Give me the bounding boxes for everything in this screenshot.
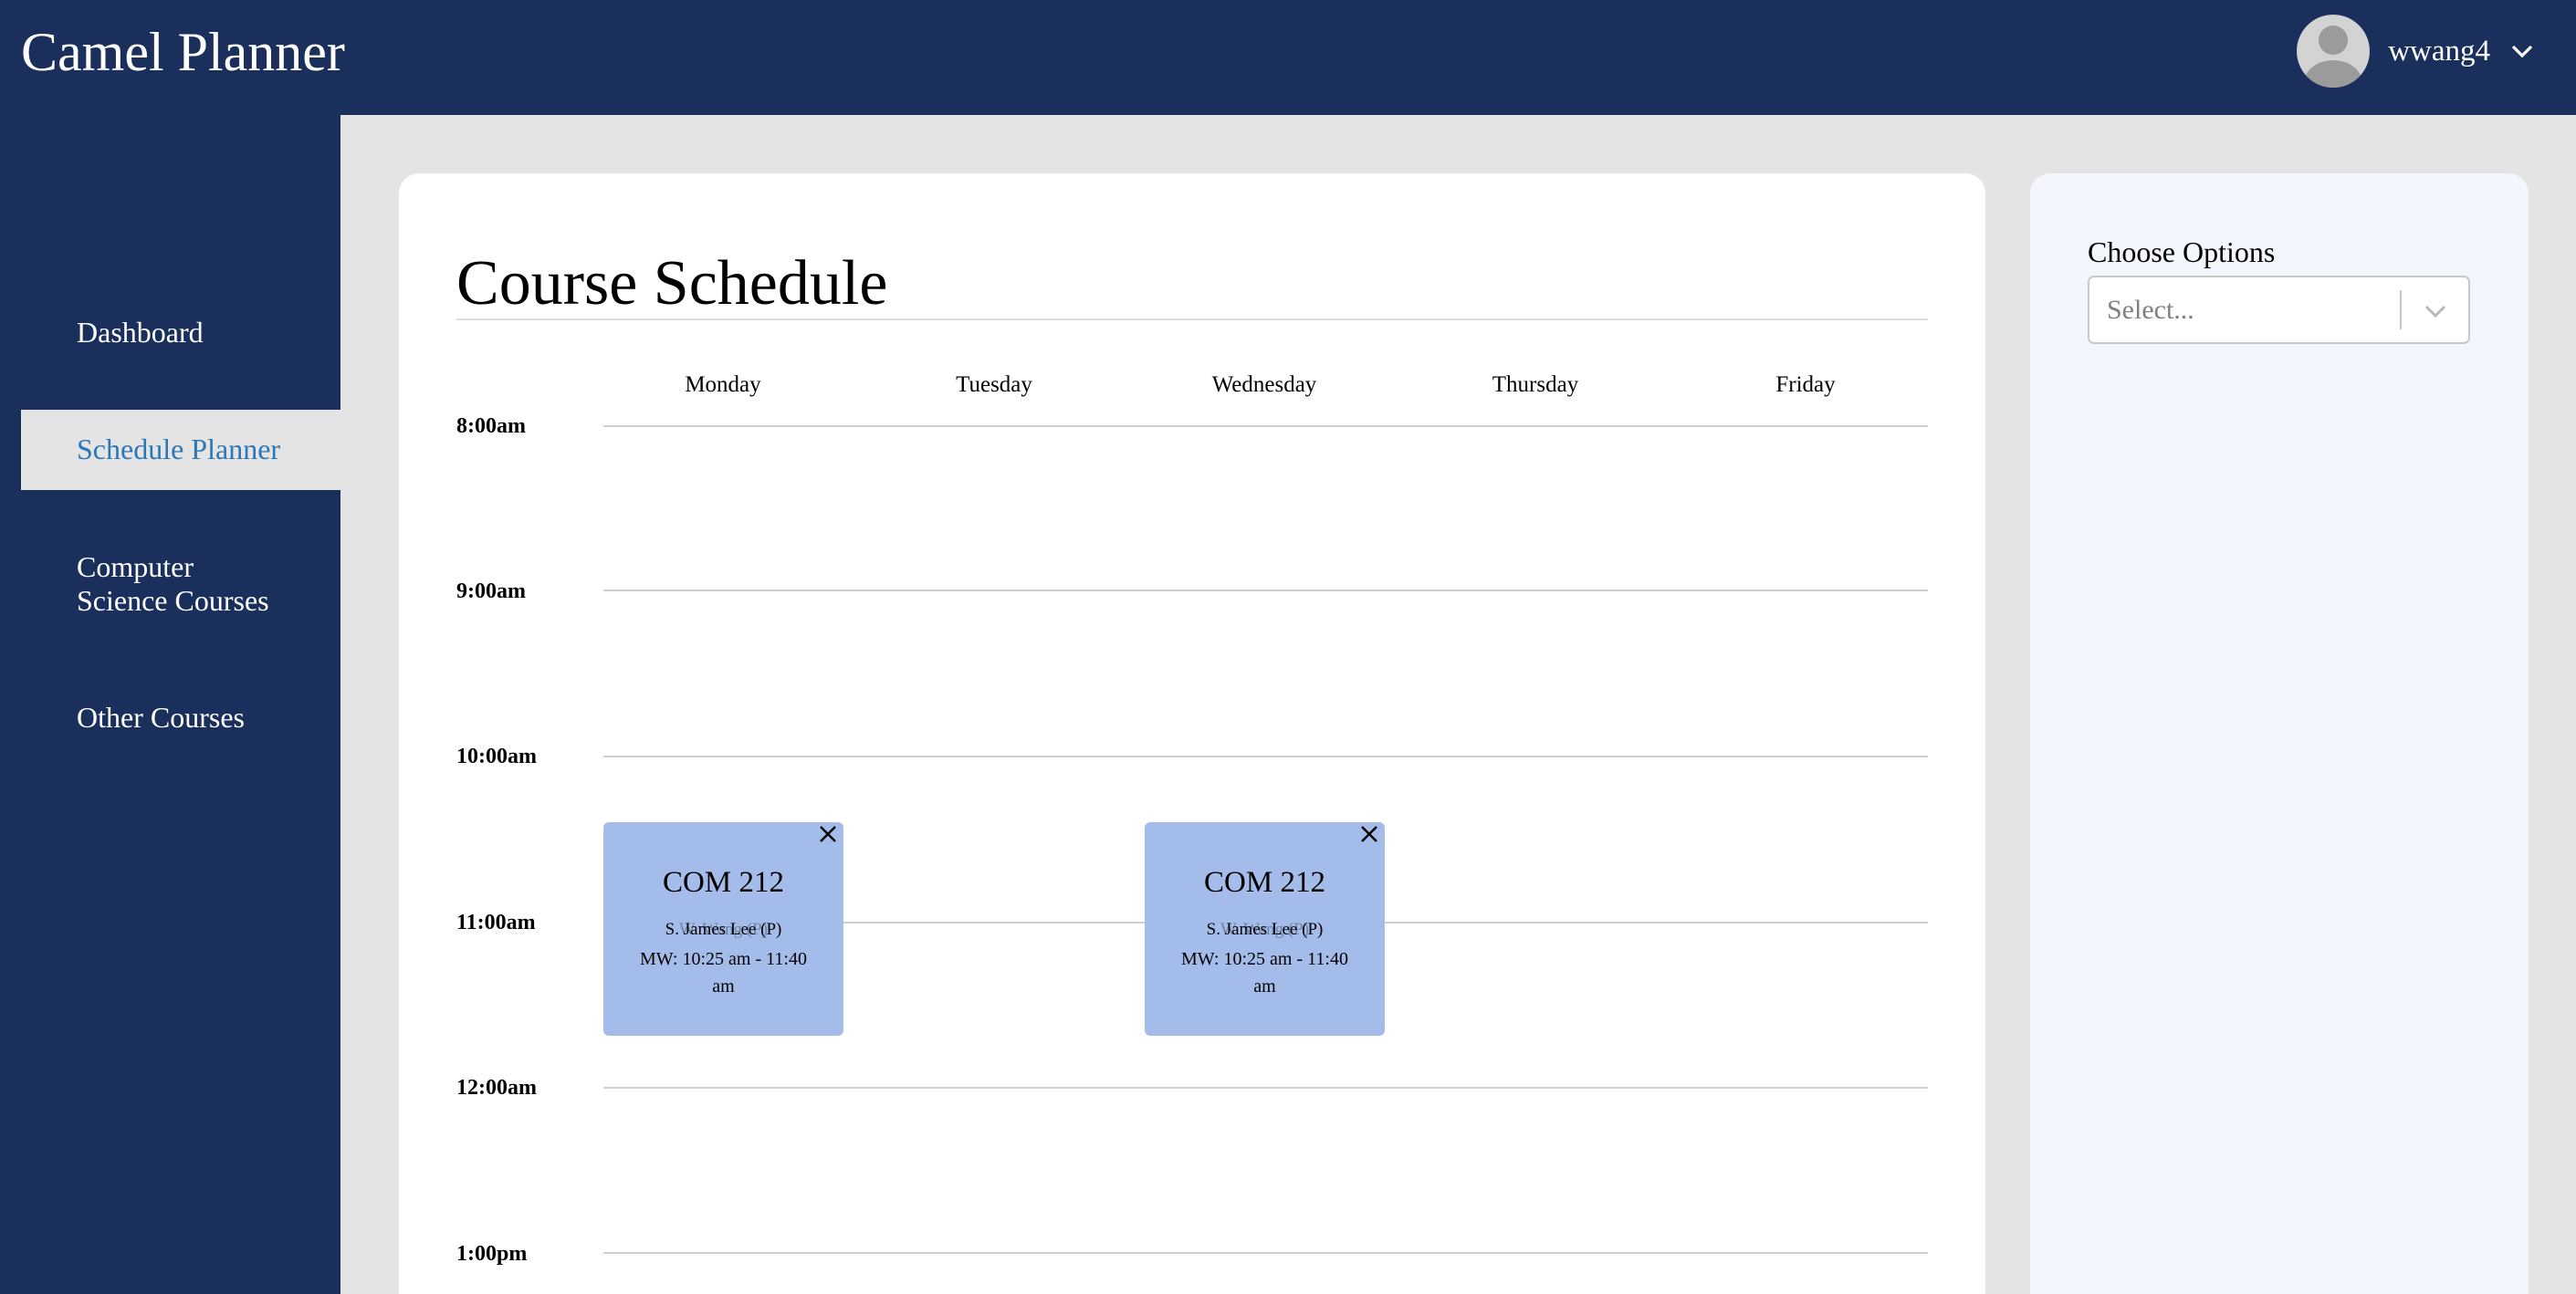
hour-gridline — [603, 1252, 1928, 1254]
options-panel: Choose Options Select... — [2030, 173, 2529, 1294]
course-code: COM 212 — [663, 866, 784, 899]
course-instructor: S. James Lee (P) — [665, 920, 782, 939]
hour-gridline — [603, 756, 1928, 757]
time-label: 10:00am — [456, 745, 537, 768]
user-avatar-icon[interactable] — [2297, 15, 2371, 88]
day-header-monday: Monday — [685, 372, 761, 397]
top-navbar: Camel Planner wwang4 — [0, 0, 2576, 115]
course-instructor: S. James Lee (P) — [1206, 920, 1324, 939]
sidebar-item-computer-science-courses[interactable]: Computer Science Courses — [0, 550, 340, 618]
close-icon[interactable] — [1357, 822, 1381, 846]
course-meeting-time: MW: 10:25 am - 11:40 am — [640, 949, 807, 997]
sidebar-item-label: Schedule Planner — [77, 433, 281, 465]
title-divider — [456, 318, 1928, 320]
hour-gridline — [603, 590, 1928, 591]
page-title: Course Schedule — [456, 248, 888, 318]
select-placeholder: Select... — [2107, 295, 2194, 325]
course-block-monday[interactable]: COM 212 W. Wang (P) S. James Lee (P) MW:… — [603, 822, 843, 1036]
time-label: 1:00pm — [456, 1242, 528, 1266]
app-title[interactable]: Camel Planner — [21, 20, 345, 84]
select-separator — [2400, 290, 2402, 329]
time-label: 11:00am — [456, 911, 536, 934]
sidebar-item-label: Other Courses — [77, 701, 245, 734]
time-label: 9:00am — [456, 579, 526, 603]
course-meeting-time: MW: 10:25 am - 11:40 am — [1181, 949, 1348, 997]
day-header-thursday: Thursday — [1492, 372, 1579, 397]
options-select[interactable]: Select... — [2088, 276, 2470, 344]
sidebar-item-other-courses[interactable]: Other Courses — [0, 701, 340, 735]
sidebar: Dashboard Schedule Planner Computer Scie… — [0, 115, 340, 1294]
hour-gridline — [603, 1087, 1928, 1089]
sidebar-item-label: Dashboard — [77, 316, 204, 349]
sidebar-item-label: Computer Science Courses — [77, 550, 269, 617]
close-icon[interactable] — [816, 822, 840, 846]
time-label: 8:00am — [456, 414, 526, 438]
chevron-down-icon[interactable] — [2422, 299, 2449, 323]
day-header-friday: Friday — [1775, 372, 1836, 397]
hour-gridline — [603, 425, 1928, 427]
user-menu[interactable]: wwang4 — [2297, 15, 2534, 88]
course-code: COM 212 — [1204, 866, 1325, 899]
choose-options-label: Choose Options — [2088, 235, 2276, 268]
username[interactable]: wwang4 — [2388, 35, 2490, 68]
time-label: 12:00am — [456, 1076, 537, 1100]
course-block-wednesday[interactable]: COM 212 W. Wang (P) S. James Lee (P) MW:… — [1145, 822, 1385, 1036]
schedule-card: Course Schedule Monday Tuesday Wednesday… — [399, 173, 1985, 1294]
day-header-tuesday: Tuesday — [956, 372, 1032, 397]
day-header-wednesday: Wednesday — [1211, 372, 1317, 397]
sidebar-item-schedule-planner[interactable]: Schedule Planner — [21, 410, 340, 490]
chevron-down-icon[interactable] — [2510, 39, 2534, 63]
sidebar-item-dashboard[interactable]: Dashboard — [0, 316, 340, 350]
